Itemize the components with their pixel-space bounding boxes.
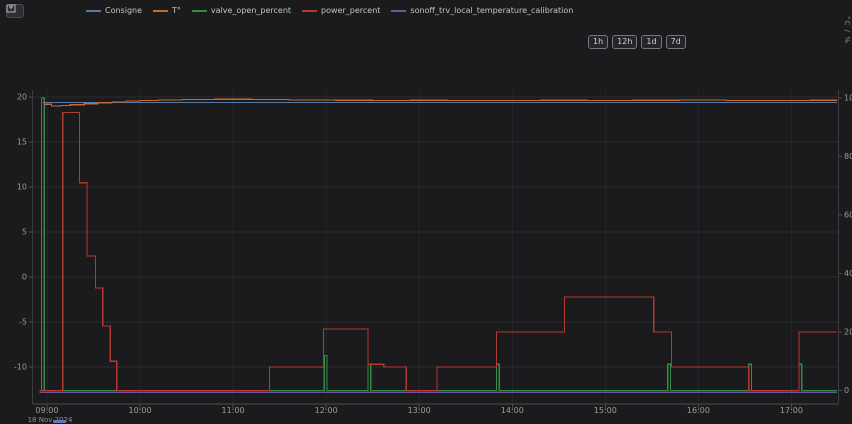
range-button-12h[interactable]: 12h xyxy=(612,35,637,49)
chart-legend: Consigne T° valve_open_percent power_percen… xyxy=(86,7,573,15)
right-axis-tick-label: 100 xyxy=(844,94,852,103)
restore-view-button[interactable] xyxy=(6,4,24,18)
left-axis-tick-label: 5 xyxy=(22,228,27,237)
left-axis-tick-label: 15 xyxy=(17,138,27,147)
axes xyxy=(29,90,842,409)
x-tick-label: 09:00 xyxy=(35,406,58,415)
legend-line-swatch xyxy=(153,10,168,12)
legend-label: power_percent xyxy=(321,7,380,15)
right-axis-tick-label: 80 xyxy=(844,152,852,161)
legend-label: valve_open_percent xyxy=(211,7,291,15)
legend-item-valve-open-percent[interactable]: valve_open_percent xyxy=(192,7,291,15)
x-tick-label: 16:00 xyxy=(687,406,710,415)
right-axis-tick-label: 60 xyxy=(844,211,852,220)
legend-label: sonoff_trv_local_temperature_calibration xyxy=(410,7,573,15)
legend-line-swatch xyxy=(86,10,101,12)
chart-topbar: Consigne T° valve_open_percent power_percen… xyxy=(6,3,842,18)
left-axis-tick-label: 0 xyxy=(22,273,27,282)
range-button-1h[interactable]: 1h xyxy=(588,35,608,49)
mini-scrollbar[interactable] xyxy=(53,420,66,423)
left-axis-tick-label: 20 xyxy=(17,93,27,102)
legend-line-swatch xyxy=(302,10,317,12)
right-axis-tick-label: 0 xyxy=(844,386,849,395)
right-axis-title: °C / % xyxy=(843,16,851,44)
x-tick-label: 11:00 xyxy=(222,406,245,415)
x-tick-label: 13:00 xyxy=(408,406,431,415)
legend-item-consigne[interactable]: Consigne xyxy=(86,7,142,15)
legend-line-swatch xyxy=(391,10,406,12)
legend-line-swatch xyxy=(192,10,207,12)
range-button-1d[interactable]: 1d xyxy=(641,35,661,49)
left-axis-tick-label: -5 xyxy=(19,318,27,327)
range-button-7d[interactable]: 7d xyxy=(666,35,686,49)
x-tick-label: 14:00 xyxy=(501,406,524,415)
chart-canvas[interactable]: 09:00 10:00 11:00 12:00 13:00 14:00 15:00 16:00… xyxy=(0,0,852,424)
thermostat-chart-card: 09:00 10:00 11:00 12:00 13:00 14:00 15:00 16:00… xyxy=(0,0,852,424)
legend-label: Consigne xyxy=(105,7,142,15)
grid-lines xyxy=(33,90,838,404)
legend-label: T° xyxy=(172,7,181,15)
x-axis-date-label: 18 Nov 2024 xyxy=(28,416,73,424)
x-tick-label: 10:00 xyxy=(128,406,151,415)
right-axis-tick-label: 40 xyxy=(844,269,852,278)
left-axis-tick-label: 10 xyxy=(17,183,27,192)
legend-item-power-percent[interactable]: power_percent xyxy=(302,7,380,15)
x-tick-label: 17:00 xyxy=(780,406,803,415)
x-tick-label: 15:00 xyxy=(594,406,617,415)
left-axis-tick-label: -10 xyxy=(14,363,27,372)
right-axis-tick-label: 20 xyxy=(844,328,852,337)
x-tick-label: 12:00 xyxy=(315,406,338,415)
range-buttons: 1h 12h 1d 7d xyxy=(588,35,686,49)
legend-item-sonoff-trv-local-temperature-calibration[interactable]: sonoff_trv_local_temperature_calibration xyxy=(391,7,573,15)
series-line-power-percent xyxy=(40,113,838,391)
legend-item-t-[interactable]: T° xyxy=(153,7,181,15)
